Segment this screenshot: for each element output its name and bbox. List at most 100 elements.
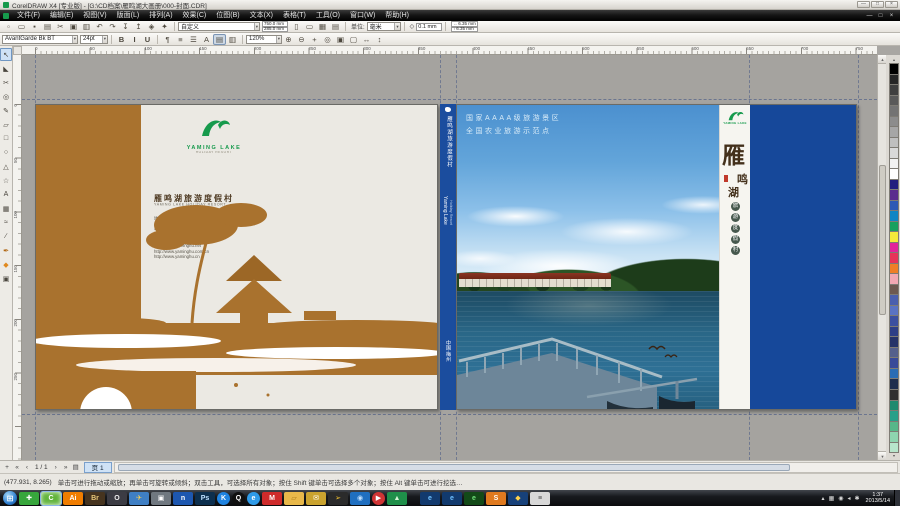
antivirus-icon[interactable]: ✚ <box>19 492 39 505</box>
bold-button[interactable]: B <box>115 34 128 45</box>
nudge-field[interactable]: 0.1 mm <box>416 23 442 31</box>
scrollbar-thumb[interactable] <box>118 464 791 471</box>
all-pages-icon[interactable]: ▦ <box>316 21 329 32</box>
vertical-ruler[interactable]: 050100150200250 <box>13 55 22 460</box>
doc-minimize-button[interactable]: — <box>864 13 875 19</box>
basic-shapes-tool[interactable]: ☆ <box>0 174 12 187</box>
sogou-browser-icon[interactable]: e <box>247 492 260 505</box>
font-combo[interactable]: AvantGarde Bk BT▾ <box>2 35 78 44</box>
doc-icon[interactable]: ≡ <box>530 492 550 505</box>
portrait-icon[interactable]: ▯ <box>290 21 303 32</box>
zoom-in-icon[interactable]: ⊕ <box>282 34 295 45</box>
current-page-icon[interactable]: ▤ <box>329 21 342 32</box>
spine[interactable]: 雁鸣湖旅游度假村 Yaming Lake Holiday Resort 中国·梅… <box>440 104 457 410</box>
sogou-input-icon[interactable]: S <box>486 492 506 505</box>
italic-button[interactable]: I <box>128 34 141 45</box>
horizontal-scrollbar[interactable] <box>114 462 898 473</box>
align-icon[interactable]: ≡ <box>174 34 187 45</box>
interactive-fill-tool[interactable]: ▣ <box>0 272 12 285</box>
menu-item[interactable]: 帮助(H) <box>380 10 414 21</box>
zoom-tool[interactable]: ◎ <box>0 90 12 103</box>
kugou-icon[interactable]: K <box>217 492 230 505</box>
horizontal-ruler[interactable]: 0501001502002503003504004505005506006507… <box>22 46 877 55</box>
new-doc-icon[interactable]: ▫ <box>2 21 15 32</box>
paper-height-field[interactable]: 285.0 mm <box>262 27 288 33</box>
ie2-icon[interactable]: e <box>442 492 462 505</box>
ellipse-tool[interactable]: ○ <box>0 146 12 159</box>
tray-network-icon[interactable]: ◉ <box>838 495 843 502</box>
print-icon[interactable]: ▤ <box>41 21 54 32</box>
player-icon[interactable]: ▶ <box>372 492 385 505</box>
menu-item[interactable]: 窗口(W) <box>345 10 380 21</box>
page-tab[interactable]: 页 1 <box>84 462 112 473</box>
bridge-icon[interactable]: Br <box>85 492 105 505</box>
welcome-screen-icon[interactable]: ✦ <box>158 21 171 32</box>
eyedropper-tool[interactable]: ∕ <box>0 230 12 243</box>
office-icon[interactable]: O <box>107 492 127 505</box>
coreldraw-icon[interactable]: C <box>41 492 61 505</box>
security-icon[interactable]: ◆ <box>508 492 528 505</box>
duplicate-y-field[interactable]: ↕6.35 mm <box>451 27 478 33</box>
doc-close-button[interactable]: × <box>886 13 897 19</box>
qq-icon[interactable]: Q <box>232 492 245 505</box>
drop-cap-icon[interactable]: A <box>200 34 213 45</box>
tray-volume-icon[interactable]: ◂ <box>847 495 850 502</box>
zoom-width-icon[interactable]: ↔ <box>360 34 373 45</box>
redo-icon[interactable]: ↷ <box>106 21 119 32</box>
front-cover-page[interactable]: 国家AAAA级旅游景区 全国农业旅游示范点 YAMING LAKE 雁 鸣 湖 … <box>456 104 857 410</box>
rectangle-tool[interactable]: □ <box>0 132 12 145</box>
cut-icon[interactable]: ✂ <box>54 21 67 32</box>
copy-icon[interactable]: ▣ <box>67 21 80 32</box>
tray-up-icon[interactable]: ▴ <box>822 495 825 502</box>
crop-tool[interactable]: ✂ <box>0 76 12 89</box>
menu-item[interactable]: 表格(T) <box>278 10 311 21</box>
tray-display-icon[interactable]: ▦ <box>829 495 835 502</box>
fill-tool[interactable]: ◆ <box>0 258 12 271</box>
h-text-button[interactable]: ▤ <box>213 34 226 45</box>
notes-icon[interactable]: n <box>173 492 193 505</box>
font-size-combo[interactable]: 24pt▾ <box>80 35 108 44</box>
show-desktop-button[interactable] <box>894 490 900 506</box>
character-format-icon[interactable]: ¶ <box>161 34 174 45</box>
menu-item[interactable]: 文本(X) <box>245 10 278 21</box>
table-tool[interactable]: ▦ <box>0 202 12 215</box>
close-button[interactable]: × <box>885 1 898 8</box>
shape-tool[interactable]: ◣ <box>0 62 12 75</box>
pick-tool[interactable]: ↖ <box>0 48 12 61</box>
pan-icon[interactable]: + <box>308 34 321 45</box>
palette-down-icon[interactable]: ▾ <box>889 452 899 459</box>
add-page-icon[interactable]: + <box>2 462 12 472</box>
page-menu-icon[interactable]: ▤ <box>71 462 81 472</box>
landscape-icon[interactable]: ▭ <box>303 21 316 32</box>
undo-icon[interactable]: ↶ <box>93 21 106 32</box>
taskbar-clock[interactable]: 1:37 2013/5/14 <box>866 492 890 505</box>
import-icon[interactable]: ↧ <box>119 21 132 32</box>
minimize-button[interactable]: — <box>857 1 870 8</box>
browser360-icon[interactable]: e <box>464 492 484 505</box>
freehand-tool[interactable]: ✎ <box>0 104 12 117</box>
export-icon[interactable]: ↥ <box>132 21 145 32</box>
vertical-scrollbar[interactable]: ▲ ▼ <box>877 55 886 460</box>
menu-item[interactable]: 文件(F) <box>12 10 45 21</box>
smart-fill-tool[interactable]: ▱ <box>0 118 12 131</box>
globe-icon[interactable]: ◉ <box>350 492 370 505</box>
units-combo[interactable]: 毫米▾ <box>367 22 401 31</box>
scrollbar-thumb[interactable] <box>879 165 886 315</box>
doc-restore-button[interactable]: □ <box>875 13 886 19</box>
text-tool[interactable]: A <box>0 188 12 201</box>
swallow-icon[interactable]: ➢ <box>328 492 348 505</box>
menu-item[interactable]: 版面(L) <box>112 10 145 21</box>
zoom-page-icon[interactable]: ▢ <box>347 34 360 45</box>
app-launcher-icon[interactable]: ◈ <box>145 21 158 32</box>
menu-item[interactable]: 视图(V) <box>78 10 111 21</box>
outline-pen-tool[interactable]: ✒ <box>0 244 12 257</box>
menu-item[interactable]: 效果(C) <box>178 10 212 21</box>
bullets-icon[interactable]: ☰ <box>187 34 200 45</box>
v-text-button[interactable]: ▥ <box>226 34 239 45</box>
travel-icon[interactable]: ✈ <box>129 492 149 505</box>
mail-icon[interactable]: ✉ <box>306 492 326 505</box>
polygon-tool[interactable]: △ <box>0 160 12 173</box>
illustrator-icon[interactable]: Ai <box>63 492 83 505</box>
folder-icon[interactable]: ▱ <box>284 492 304 505</box>
menu-item[interactable]: 排列(A) <box>144 10 177 21</box>
